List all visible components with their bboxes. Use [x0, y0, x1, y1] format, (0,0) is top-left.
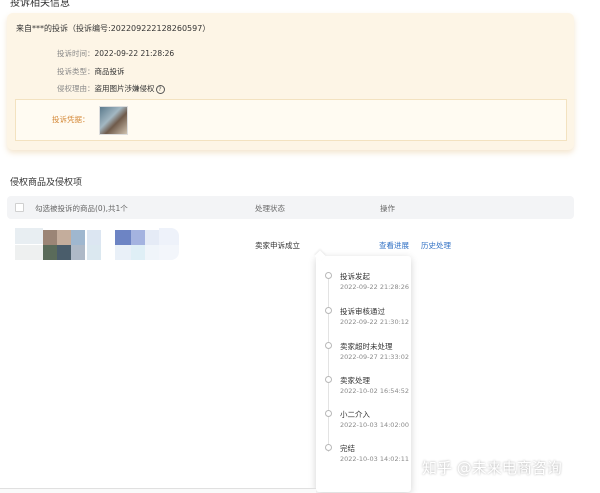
complaint-header: 来自***的投诉（投诉编号:202209222128260597）	[16, 24, 211, 33]
timeline-step-title: 卖家处理	[340, 376, 370, 385]
timeline-step-title: 投诉发起	[340, 272, 370, 281]
complaint-reason-label: 侵权理由：	[57, 84, 95, 93]
complaint-type-label: 投诉类型：	[57, 67, 95, 76]
bottom-divider	[0, 488, 316, 493]
watermark: 知乎 @未来电商咨询	[422, 459, 562, 477]
popup-arrow	[314, 250, 326, 262]
help-icon[interactable]: ?	[155, 84, 165, 94]
complaint-type-row: 投诉类型：商品投诉	[57, 66, 125, 77]
timeline-dot-icon	[325, 272, 332, 279]
history-link[interactable]: 历史处理	[421, 240, 451, 251]
complaint-time-label: 投诉时间：	[57, 49, 95, 58]
view-progress-link[interactable]: 查看进展	[379, 240, 409, 251]
timeline-step-title: 投诉审核通过	[340, 307, 385, 316]
complaint-time-value: 2022-09-22 21:28:26	[94, 49, 175, 58]
evidence-image-thumbnail[interactable]	[99, 106, 128, 135]
process-status: 卖家申诉成立	[255, 241, 300, 250]
timeline-step-title: 小二介入	[340, 410, 370, 419]
column-header-action: 操作	[380, 204, 395, 213]
timeline-step-time: 2022-09-22 21:28:26	[340, 283, 410, 291]
infringement-section-title: 侵权商品及侵权项	[10, 178, 83, 188]
timeline-step-title: 完结	[340, 444, 355, 453]
complaint-reason-value: 盗用图片涉嫌侵权	[94, 84, 155, 93]
timeline-step-time: 2022-10-03 14:02:00	[340, 421, 410, 429]
timeline-dot-icon	[325, 307, 332, 314]
timeline-step-time: 2022-09-27 21:33:02	[340, 353, 410, 361]
timeline-dot-icon	[325, 342, 332, 349]
complaint-info-card: 来自***的投诉（投诉编号:202209222128260597） 投诉时间：2…	[7, 13, 574, 150]
timeline-dot-icon	[325, 410, 332, 417]
timeline-line	[328, 276, 329, 452]
timeline-dot-icon	[325, 444, 332, 451]
table-header: 勾选被投诉的商品(0),共1个 处理状态 操作	[7, 196, 574, 219]
timeline-step-time: 2022-10-02 16:54:52	[340, 387, 410, 395]
timeline-step-time: 2022-10-03 14:02:11	[340, 455, 410, 463]
timeline-step-title: 卖家超时未处理	[340, 342, 393, 351]
evidence-label: 投诉凭据：	[52, 115, 90, 124]
complaint-reason-row: 侵权理由：盗用图片涉嫌侵权?	[57, 83, 165, 94]
page-section-title: 投诉相关信息	[10, 0, 70, 9]
evidence-box: 投诉凭据：	[15, 99, 567, 141]
column-header-product: 勾选被投诉的商品(0),共1个	[35, 204, 128, 213]
column-header-status: 处理状态	[255, 204, 285, 213]
timeline-dot-icon	[325, 376, 332, 383]
timeline-step-time: 2022-09-22 21:30:12	[340, 318, 410, 326]
select-all-checkbox[interactable]	[15, 203, 24, 212]
progress-timeline-popup: 投诉发起 2022-09-22 21:28:26 投诉审核通过 2022-09-…	[314, 250, 411, 492]
product-image-blurred[interactable]	[15, 228, 185, 264]
complaint-type-value: 商品投诉	[94, 67, 125, 76]
complaint-time-row: 投诉时间：2022-09-22 21:28:26	[57, 48, 174, 59]
